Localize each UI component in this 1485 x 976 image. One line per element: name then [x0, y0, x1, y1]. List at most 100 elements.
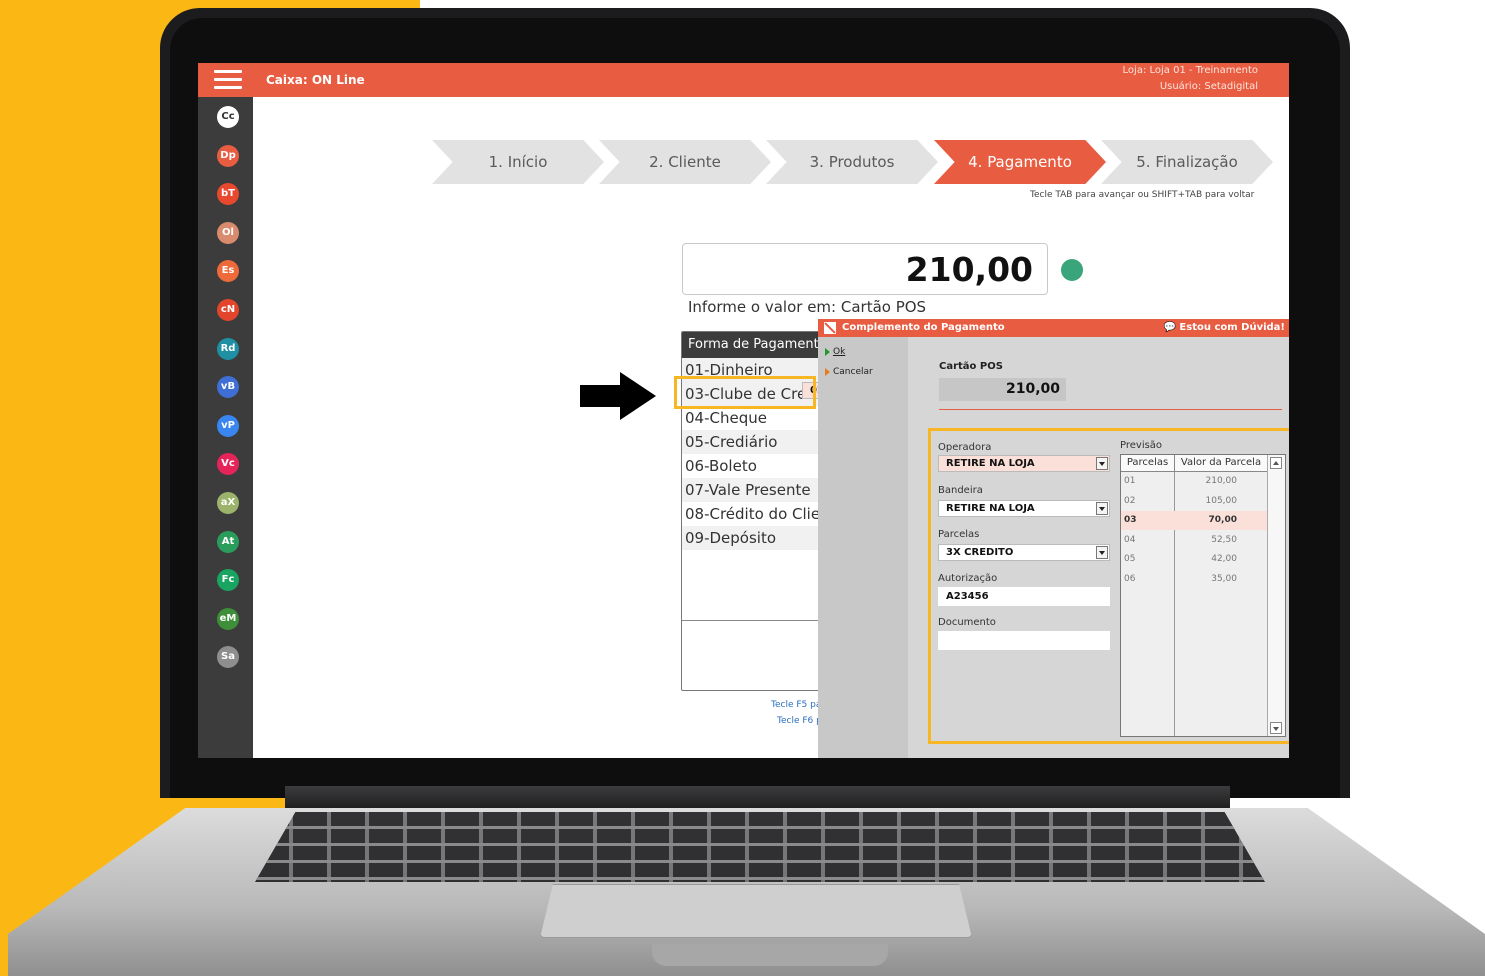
table-scrollbar[interactable] — [1267, 455, 1285, 736]
installment-number: 04 — [1124, 534, 1136, 545]
step-inicio[interactable]: 1. Início — [432, 140, 604, 184]
tab-hint: Tecle TAB para avançar ou SHIFT+TAB para… — [1030, 190, 1255, 200]
sidebar-item-cc[interactable]: Cc — [217, 106, 239, 128]
payment-option[interactable]: 04-Cheque — [682, 406, 830, 430]
help-label: Estou com Dúvida! — [1179, 322, 1285, 333]
help-button[interactable]: 💬 Estou com Dúvida! — [1163, 319, 1285, 337]
selected-method-highlight — [674, 376, 816, 409]
list-divider — [682, 620, 830, 621]
amount-input[interactable]: 210,00 — [682, 243, 1048, 295]
documento-input[interactable] — [938, 631, 1110, 650]
autorizacao-label: Autorização — [938, 573, 998, 584]
sidebar-item-dp[interactable]: Dp — [217, 144, 239, 167]
laptop-trackpad — [540, 884, 972, 938]
sidebar-item-em[interactable]: eM — [217, 607, 239, 630]
operadora-label: Operadora — [938, 442, 992, 453]
col-parcelas[interactable]: Parcelas — [1121, 455, 1175, 472]
table-row[interactable]: 01 210,00 — [1121, 472, 1267, 491]
ok-label: Ok — [833, 347, 846, 357]
hamburger-icon[interactable] — [214, 70, 242, 90]
sidebar-item-vp[interactable]: vP — [217, 414, 239, 437]
col-valor-parcela[interactable]: Valor da Parcela — [1175, 455, 1268, 472]
hint-f5: Tecle F5 pa — [771, 700, 822, 710]
installments-table: Parcelas Valor da Parcela 01 210,00 02 105,… — [1120, 454, 1286, 737]
sidebar: Cc Dp bT Ol Es cN Rd vB vP Vc aX At Fc eM Sa — [198, 97, 253, 758]
installment-value: 52,50 — [1211, 534, 1237, 545]
dialog-header: Complemento do Pagamento 💬 Estou com Dúv… — [818, 319, 1289, 337]
sidebar-item-es[interactable]: Es — [217, 260, 239, 283]
store-label: Loja: Loja 01 - Treinamento — [1122, 65, 1258, 76]
step-produtos[interactable]: 3. Produtos — [766, 140, 938, 184]
sidebar-item-fc[interactable]: Fc — [217, 569, 239, 592]
bandeira-select[interactable]: RETIRE NA LOJA — [938, 500, 1110, 517]
store-user-info: Loja: Loja 01 - Treinamento Usuário: Set… — [1123, 63, 1258, 95]
divider — [939, 409, 1282, 410]
dialog-app-icon — [824, 322, 836, 334]
chevron-down-icon[interactable] — [1096, 457, 1108, 470]
table-row[interactable]: 03 70,00 — [1121, 511, 1267, 530]
laptop-keyboard-rows — [255, 812, 1265, 882]
payment-complement-dialog: Complemento do Pagamento 💬 Estou com Dúv… — [818, 319, 1289, 758]
sidebar-item-vb[interactable]: vB — [217, 376, 239, 399]
parcelas-value: 3X CREDITO — [946, 547, 1014, 558]
chevron-down-icon[interactable] — [1096, 546, 1108, 559]
sidebar-item-cn[interactable]: cN — [217, 299, 239, 321]
sidebar-item-ol[interactable]: Ol — [217, 221, 239, 244]
laptop-notch — [652, 944, 888, 966]
scroll-down-icon[interactable] — [1270, 722, 1282, 734]
sidebar-item-rd[interactable]: Rd — [217, 337, 239, 360]
payment-option[interactable]: 05-Crediário — [682, 430, 830, 454]
sidebar-item-vc[interactable]: Vc — [217, 453, 239, 476]
sidebar-item-ax[interactable]: aX — [217, 492, 239, 514]
step-cliente[interactable]: 2. Cliente — [599, 140, 771, 184]
table-row[interactable]: 02 105,00 — [1121, 492, 1267, 511]
installment-value: 210,00 — [1205, 476, 1238, 486]
autorizacao-input[interactable]: A23456 — [938, 587, 1110, 606]
play-icon — [825, 367, 830, 376]
installment-number: 02 — [1124, 495, 1136, 506]
card-label: Cartão POS — [939, 361, 1003, 372]
sidebar-item-bt[interactable]: bT — [217, 183, 239, 206]
documento-label: Documento — [938, 617, 996, 628]
installment-number: 01 — [1124, 476, 1136, 486]
top-bar: Caixa: ON Line Loja: Loja 01 - Treinamen… — [198, 63, 1289, 97]
step-finalizacao[interactable]: 5. Finalização — [1101, 140, 1273, 184]
user-label: Usuário: Setadigital — [1159, 81, 1258, 92]
table-row[interactable]: 05 42,00 — [1121, 550, 1267, 569]
installment-number: 03 — [1124, 515, 1137, 525]
bandeira-label: Bandeira — [938, 485, 983, 496]
shortcut-hints: Tecle F5 pa Tecle F6 p — [771, 697, 822, 729]
payment-option[interactable]: 07-Vale Presente — [682, 478, 830, 502]
play-icon — [825, 347, 830, 356]
payment-option[interactable]: 08-Crédito do Clie — [682, 502, 830, 526]
hint-f6: Tecle F6 p — [777, 716, 822, 726]
status-dot — [1061, 259, 1083, 281]
operadora-select[interactable]: RETIRE NA LOJA — [938, 455, 1110, 472]
dialog-title: Complemento do Pagamento — [842, 322, 1005, 333]
cancel-label: Cancelar — [833, 367, 873, 377]
amount-prompt: Informe o valor em: Cartão POS — [688, 298, 927, 316]
cancel-button[interactable]: Cancelar — [825, 367, 873, 377]
step-pagamento[interactable]: 4. Pagamento — [934, 140, 1106, 184]
app-screen: Caixa: ON Line Loja: Loja 01 - Treinamen… — [198, 63, 1289, 758]
ok-button[interactable]: Ok — [825, 347, 845, 357]
installment-value: 70,00 — [1208, 515, 1237, 525]
installment-value: 105,00 — [1205, 495, 1238, 506]
table-row[interactable]: 06 35,00 — [1121, 570, 1267, 589]
parcelas-select[interactable]: 3X CREDITO — [938, 544, 1110, 561]
card-amount: 210,00 — [939, 378, 1066, 401]
sidebar-item-at[interactable]: At — [217, 530, 239, 553]
table-row[interactable]: 04 52,50 — [1121, 531, 1267, 550]
installment-value: 35,00 — [1211, 573, 1237, 584]
scroll-up-icon[interactable] — [1270, 457, 1282, 469]
bandeira-value: RETIRE NA LOJA — [946, 503, 1035, 514]
chevron-down-icon[interactable] — [1096, 502, 1108, 515]
installment-number: 06 — [1124, 573, 1136, 584]
parcelas-label: Parcelas — [938, 529, 980, 540]
payment-option[interactable]: 09-Depósito — [682, 526, 830, 550]
dialog-actions: Ok Cancelar — [818, 337, 908, 758]
sidebar-item-sa[interactable]: Sa — [217, 646, 239, 669]
arrow-right-icon — [580, 372, 656, 420]
payment-option[interactable]: 06-Boleto — [682, 454, 830, 478]
installment-value: 42,00 — [1211, 554, 1237, 564]
